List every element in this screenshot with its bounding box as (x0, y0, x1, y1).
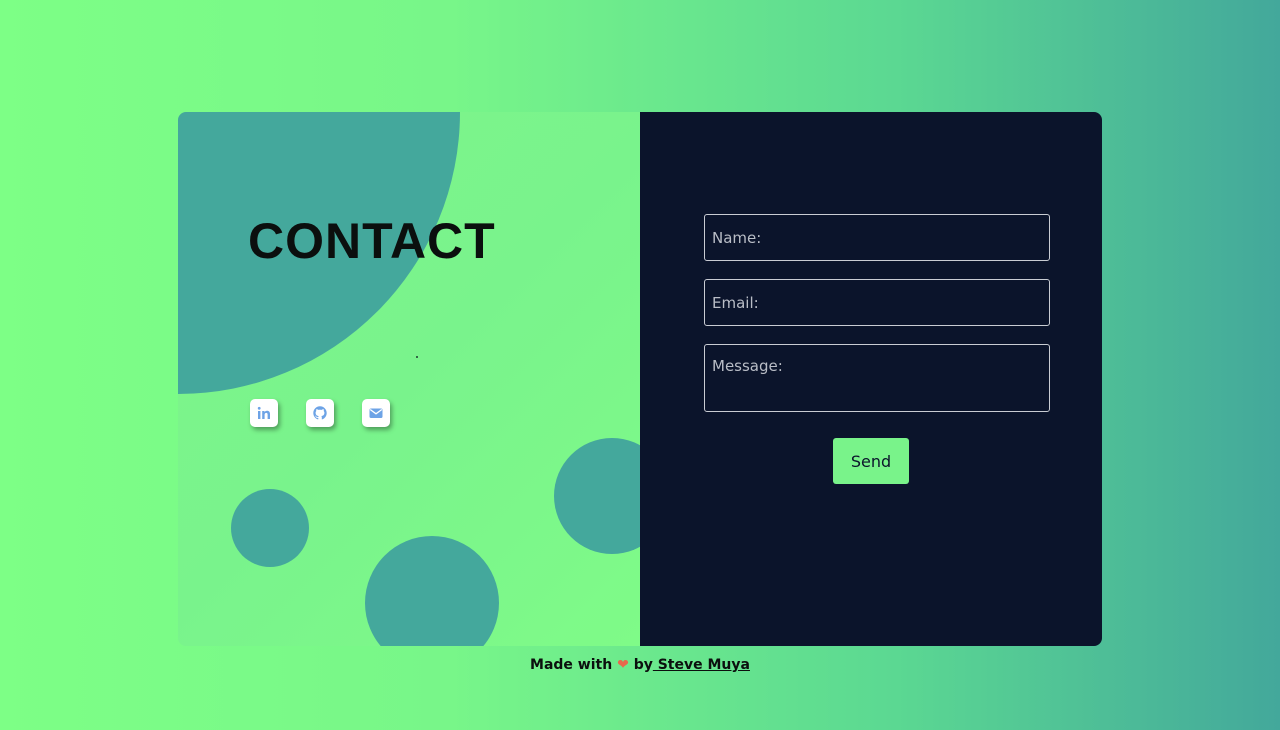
message-field[interactable] (704, 344, 1050, 412)
github-button[interactable] (306, 399, 334, 427)
decorative-circle-small (231, 489, 309, 567)
linkedin-icon (257, 406, 270, 419)
email-field[interactable] (704, 279, 1050, 326)
decorative-circle-bottom (365, 536, 499, 646)
decorative-dot (416, 356, 418, 358)
social-links (250, 399, 390, 427)
footer-by: by (633, 657, 653, 673)
linkedin-button[interactable] (250, 399, 278, 427)
decorative-circle-right (554, 438, 640, 554)
heart-icon: ❤ (617, 657, 629, 673)
page-title: CONTACT (248, 213, 496, 269)
name-field[interactable] (704, 214, 1050, 261)
github-icon (313, 406, 327, 420)
send-button[interactable]: Send (833, 438, 909, 484)
mail-icon (369, 408, 383, 418)
footer: Made with ❤ by Steve Muya (0, 657, 1280, 673)
footer-prefix: Made with (530, 657, 613, 673)
contact-form-panel: Send (640, 112, 1102, 646)
author-link[interactable]: Steve Muya (653, 657, 750, 673)
contact-info-panel: CONTACT (178, 112, 640, 646)
email-button[interactable] (362, 399, 390, 427)
contact-card: CONTACT Name: Email: Message: Send (178, 112, 1102, 646)
